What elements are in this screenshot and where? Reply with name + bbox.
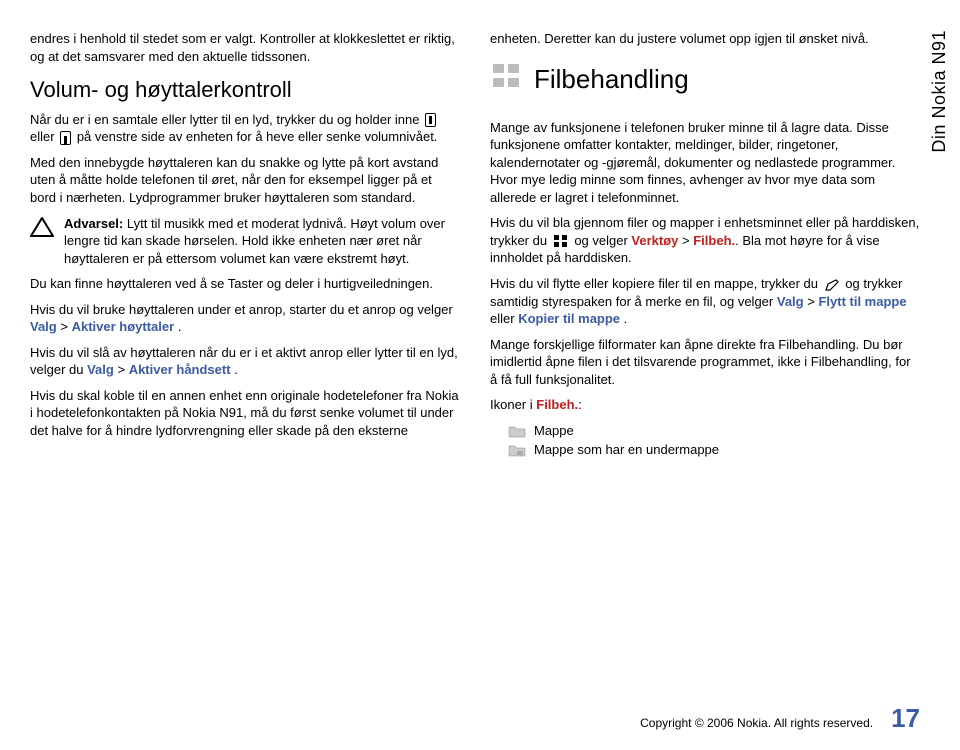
paragraph: Hvis du vil bruke høyttaleren under et a… [30,301,460,336]
volume-up-key-icon [425,113,436,127]
text: . [178,319,182,334]
paragraph: Hvis du vil slå av høyttaleren når du er… [30,344,460,379]
icon-legend-label: Mappe [534,422,574,440]
sidebar-section-title: Din Nokia N91 [929,30,950,153]
separator: > [117,362,128,377]
warning-label: Advarsel: [64,216,123,231]
menu-path: Filbeh. [693,233,735,248]
text: Når du er i en samtale eller lytter til … [30,112,423,127]
file-manager-icon [490,60,522,92]
paragraph: Når du er i en samtale eller lytter til … [30,111,460,146]
separator: > [682,233,693,248]
menu-option: Kopier til mappe [518,311,620,326]
text: eller [30,129,58,144]
folder-subfolder-icon [508,443,526,457]
menu-option: Valg [777,294,804,309]
menu-path: Verktøy [631,233,678,248]
menu-option: Valg [87,362,114,377]
text: Ikoner i [490,397,536,412]
menu-path: Filbeh. [536,397,578,412]
paragraph: Ikoner i Filbeh.: [490,396,920,414]
text: Hvis du vil bruke høyttaleren under et a… [30,302,453,317]
heading-volume-control: Volum- og høyttalerkontroll [30,75,460,105]
text: og velger [574,233,631,248]
text: . [234,362,238,377]
copyright-text: Copyright © 2006 Nokia. All rights reser… [640,716,873,730]
text: . [624,311,628,326]
separator: > [807,294,818,309]
paragraph: Du kan finne høyttaleren ved å se Taster… [30,275,460,293]
paragraph: Hvis du vil flytte eller kopiere filer t… [490,275,920,328]
warning-triangle-icon [30,217,54,237]
menu-option: Valg [30,319,57,334]
text: Hvis du vil flytte eller kopiere filer t… [490,276,822,291]
column-right: enheten. Deretter kan du justere volumet… [490,30,920,461]
menu-key-icon [553,234,569,248]
folder-icon [508,424,526,438]
edit-key-icon [824,278,840,292]
page-footer: Copyright © 2006 Nokia. All rights reser… [30,703,920,734]
warning-text: Advarsel: Lytt til musikk med et moderat… [64,215,460,268]
paragraph: endres i henhold til stedet som er valgt… [30,30,460,65]
heading-filbehandling: Filbehandling [534,62,689,97]
text: på venstre side av enheten for å heve el… [77,129,438,144]
text: eller [490,311,518,326]
two-column-layout: endres i henhold til stedet som er valgt… [30,30,920,461]
warning-block: Advarsel: Lytt til musikk med et moderat… [30,215,460,268]
menu-option: Flytt til mappe [818,294,906,309]
column-left: endres i henhold til stedet som er valgt… [30,30,460,461]
paragraph: Hvis du vil bla gjennom filer og mapper … [490,214,920,267]
text: : [578,397,582,412]
icon-legend-label: Mappe som har en undermappe [534,441,719,459]
page-number: 17 [891,703,920,734]
paragraph: enheten. Deretter kan du justere volumet… [490,30,920,48]
menu-option: Aktiver håndsett [129,362,231,377]
paragraph: Med den innebygde høyttaleren kan du sna… [30,154,460,207]
separator: > [60,319,71,334]
paragraph: Mange av funksjonene i telefonen bruker … [490,119,920,207]
icon-legend-row: Mappe [508,422,920,440]
paragraph: Mange forskjellige filformater kan åpne … [490,336,920,389]
menu-option: Aktiver høyttaler [72,319,175,334]
section-header-filbehandling: Filbehandling [490,56,920,107]
icon-legend-row: Mappe som har en undermappe [508,441,920,459]
volume-down-key-icon [60,131,71,145]
paragraph: Hvis du skal koble til en annen enhet en… [30,387,460,440]
